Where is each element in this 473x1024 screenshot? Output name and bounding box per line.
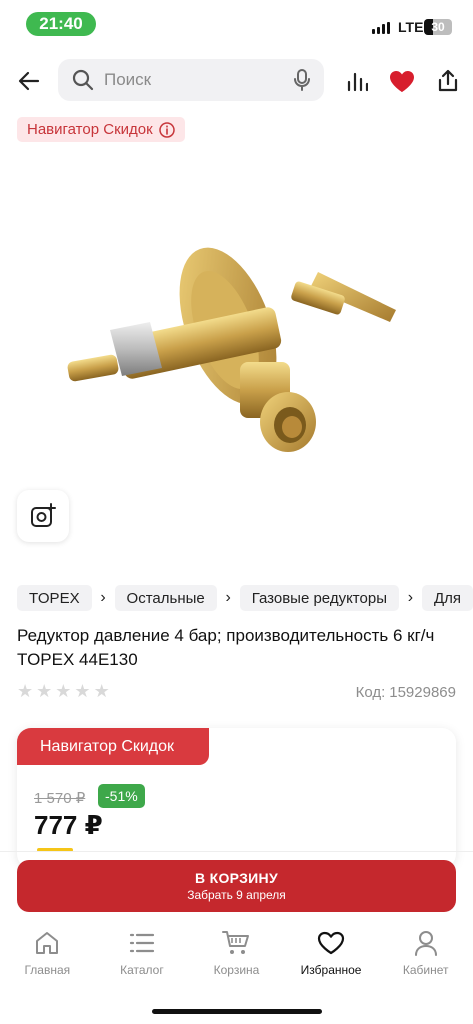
add-photo-icon [31, 503, 56, 527]
home-icon [36, 932, 59, 954]
star-icon: ★ [93, 681, 110, 701]
chevron-right-icon: › [100, 589, 106, 606]
nav-label: Каталог [120, 963, 164, 977]
favorite-button[interactable] [387, 66, 417, 96]
battery-icon: 30 [424, 19, 452, 35]
breadcrumb: TOPEX › Остальные › Газовые редукторы › … [17, 585, 473, 611]
network-label: LTE [398, 19, 424, 35]
product-code: Код: 15929869 [356, 684, 456, 701]
nav-cart[interactable]: Корзина [189, 928, 284, 988]
chevron-right-icon: › [407, 589, 414, 606]
nav-account[interactable]: Кабинет [378, 928, 473, 988]
product-image[interactable] [60, 230, 420, 470]
status-bar: 21:40 LTE 30 [0, 0, 473, 48]
status-time: 21:40 [26, 12, 96, 36]
discount-navigator-badge[interactable]: Навигатор Скидок [17, 117, 185, 142]
old-price: 1 570 ₽ [34, 790, 86, 807]
product-code-value: 15929869 [389, 684, 456, 701]
star-icon: ★ [36, 681, 53, 701]
add-to-cart-button[interactable]: В КОРЗИНУ Забрать 9 апреля [17, 860, 456, 912]
rating-stars[interactable]: ★ ★ ★ ★ ★ [17, 682, 110, 700]
search-icon [72, 69, 94, 91]
nav-favorites[interactable]: Избранное [284, 928, 379, 988]
microphone-icon[interactable] [294, 69, 310, 91]
cart-icon [222, 931, 250, 954]
nav-label: Кабинет [402, 963, 449, 977]
product-code-label: Код: [355, 684, 386, 701]
nav-label: Избранное [300, 963, 362, 977]
divider [0, 851, 473, 852]
compare-button[interactable] [342, 66, 372, 96]
breadcrumb-item[interactable]: Остальные [114, 585, 217, 611]
compare-chart-icon [347, 72, 368, 92]
nav-label: Главная [24, 963, 71, 977]
user-icon [414, 931, 437, 956]
nav-catalog[interactable]: Каталог [95, 928, 190, 988]
info-icon [158, 121, 175, 138]
share-icon [438, 69, 458, 92]
chevron-right-icon: › [225, 589, 231, 606]
nav-label: Корзина [213, 963, 260, 977]
battery-level: 30 [431, 20, 445, 34]
heart-outline-icon [317, 931, 345, 955]
share-button[interactable] [433, 66, 463, 96]
add-to-cart-label: В КОРЗИНУ [195, 870, 278, 886]
discount-badge: -51% [98, 784, 145, 808]
price-card-tab[interactable]: Навигатор Скидок [17, 728, 209, 765]
nav-home[interactable]: Главная [0, 928, 95, 988]
star-icon: ★ [17, 681, 34, 701]
search-input[interactable] [104, 70, 264, 90]
bottom-navigation: Главная Каталог Корзина Избранное Кабине… [0, 928, 473, 988]
photo-search-button[interactable] [17, 490, 69, 542]
heart-filled-icon [390, 70, 414, 92]
catalog-icon [129, 933, 154, 953]
arrow-left-icon [18, 71, 40, 91]
search-bar[interactable] [58, 59, 324, 101]
home-indicator[interactable] [152, 1009, 322, 1014]
pickup-date: Забрать 9 апреля [187, 888, 286, 902]
star-icon: ★ [74, 681, 91, 701]
breadcrumb-item[interactable]: Для [421, 585, 473, 611]
breadcrumb-item[interactable]: TOPEX [17, 585, 92, 611]
signal-icon [372, 22, 390, 34]
badge-label: Навигатор Скидок [27, 121, 153, 138]
price-card: Навигатор Скидок 1 570 ₽ -51% 777 ₽ [17, 728, 456, 868]
product-title: Редуктор давление 4 бар; производительно… [17, 626, 435, 669]
current-price: 777 ₽ [34, 810, 103, 840]
breadcrumb-item[interactable]: Газовые редукторы [239, 585, 399, 611]
back-button[interactable] [14, 66, 44, 96]
star-icon: ★ [55, 681, 72, 701]
